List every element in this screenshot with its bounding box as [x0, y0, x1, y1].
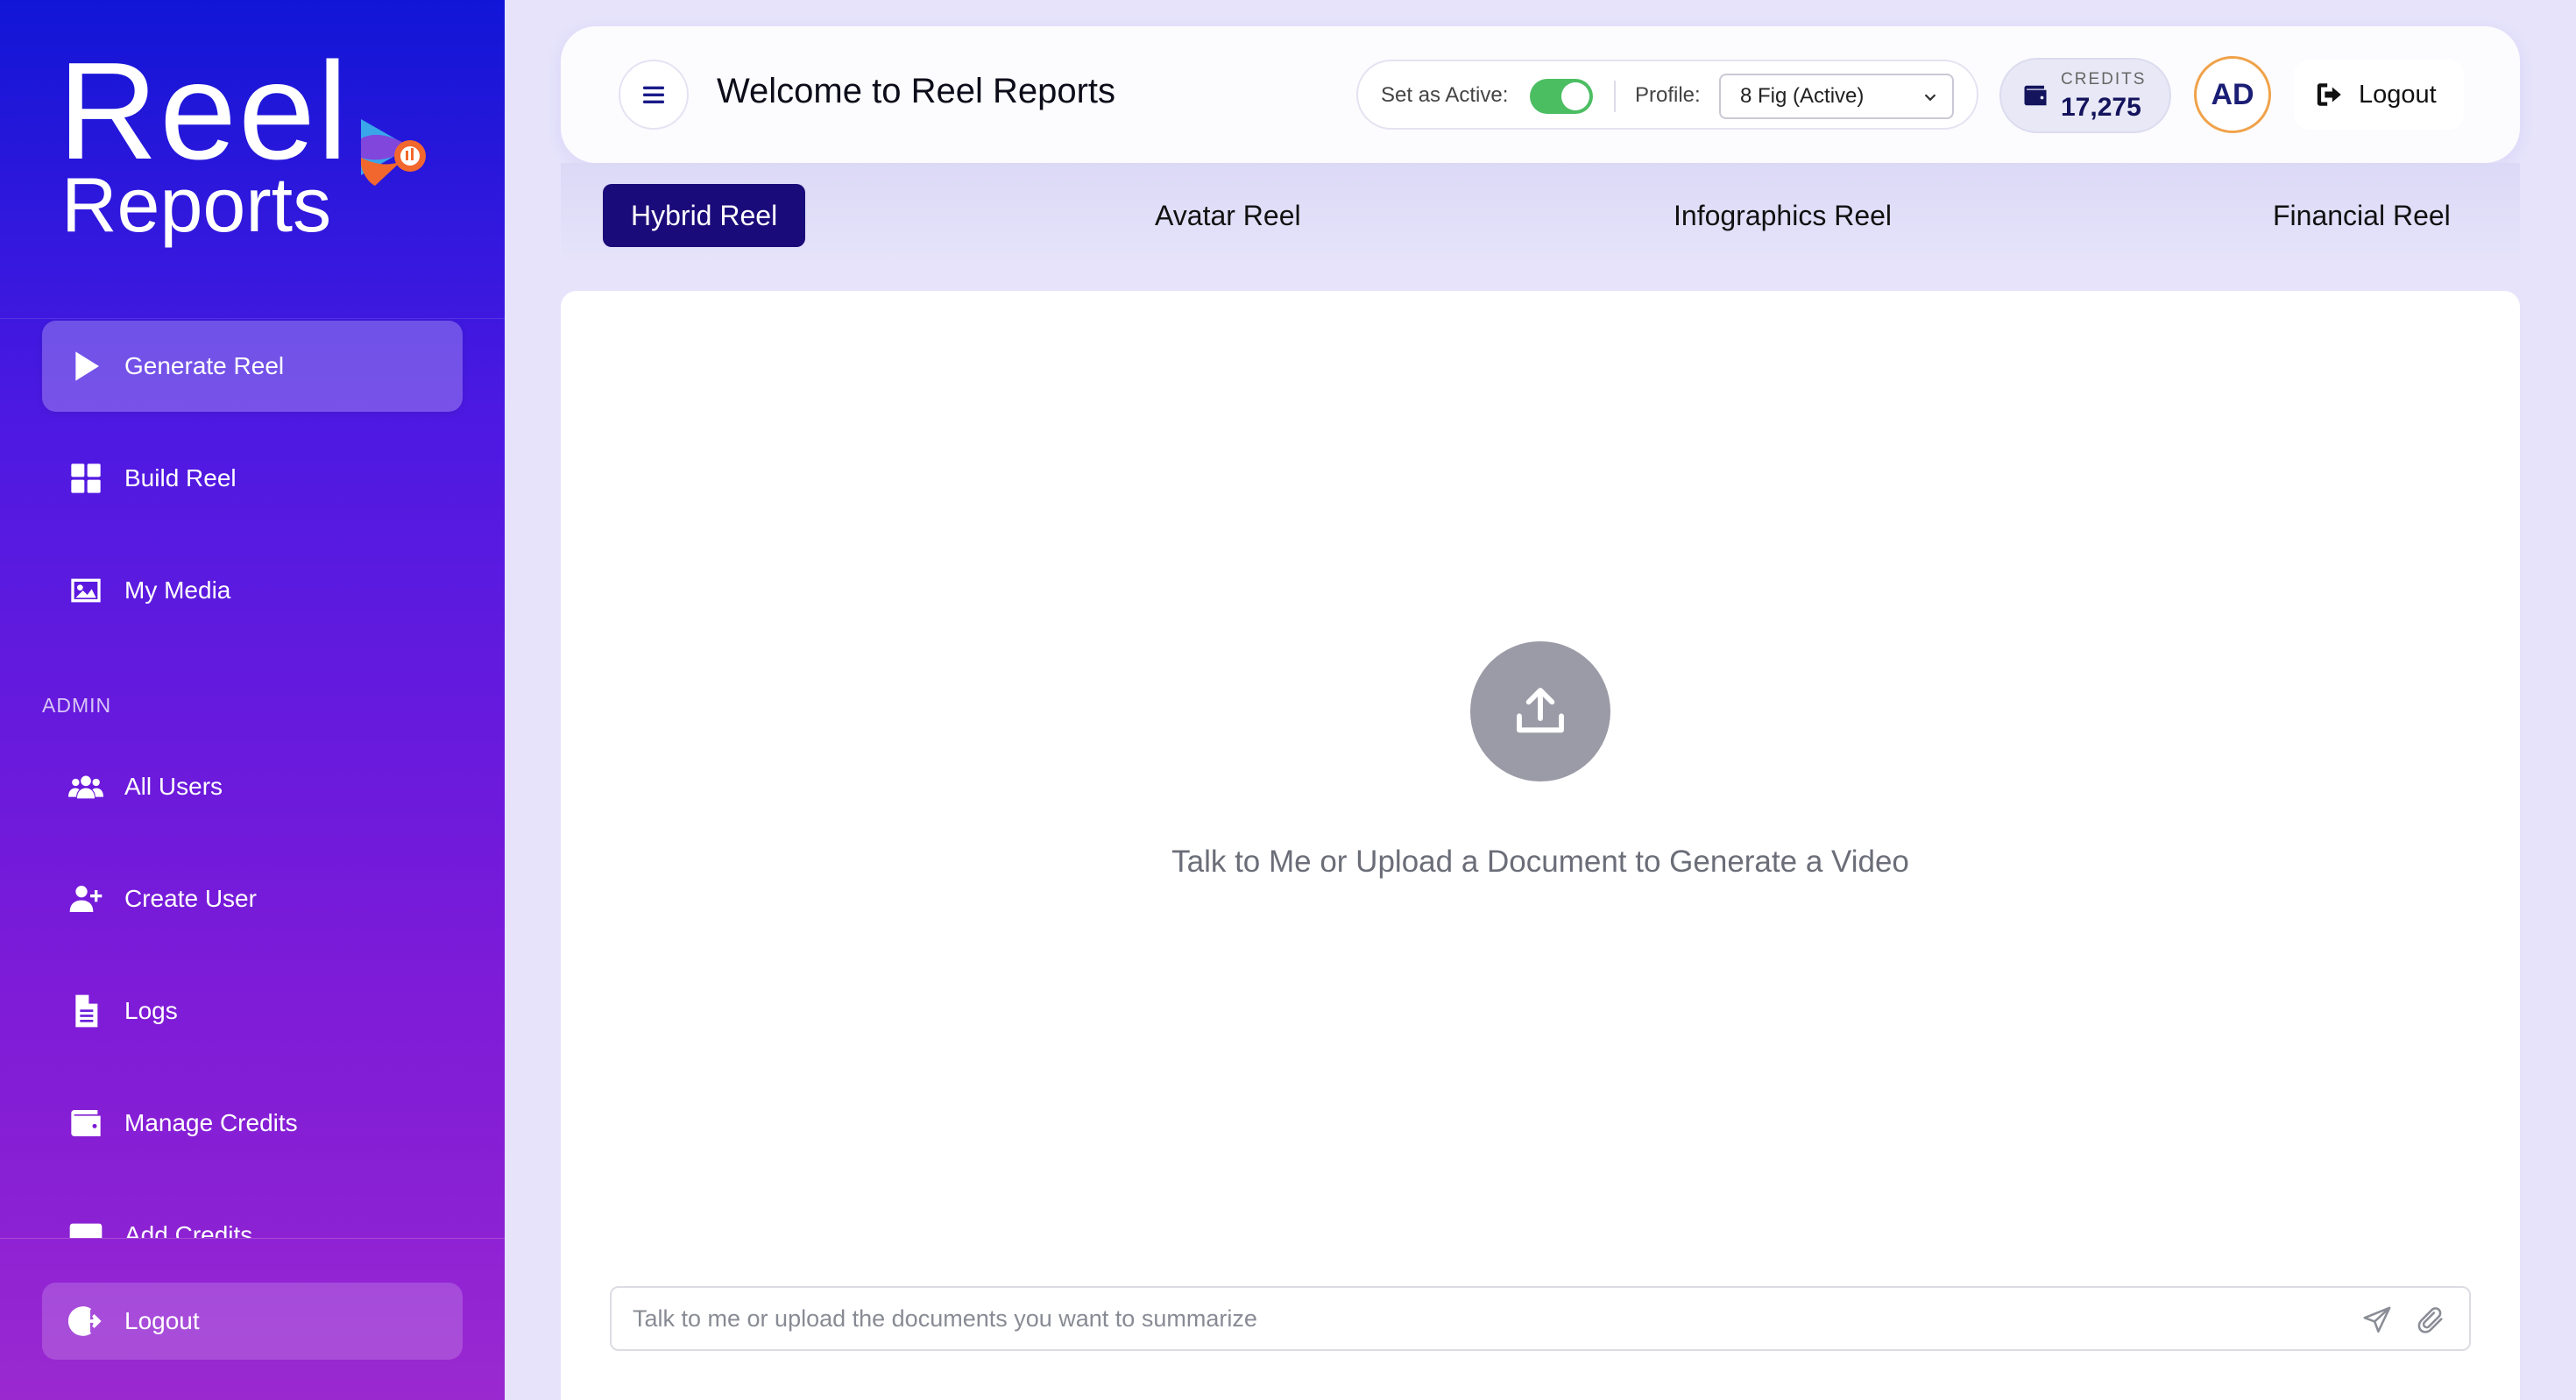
- play-icon: [67, 347, 105, 385]
- sidebar-logout-label: Logout: [124, 1307, 200, 1334]
- avatar[interactable]: AD: [2194, 56, 2271, 133]
- profile-select-value: 8 Fig (Active): [1740, 84, 1865, 108]
- credits-badge: CREDITS 17,275: [1999, 58, 2171, 133]
- sidebar-logout-button[interactable]: Logout: [42, 1283, 463, 1360]
- divider: [1614, 81, 1616, 112]
- header-logout-button[interactable]: Logout: [2294, 60, 2464, 130]
- sidebar-item-label: Logs: [124, 997, 178, 1024]
- credits-label: CREDITS: [2061, 70, 2147, 88]
- tab-avatar-reel[interactable]: Avatar Reel: [1155, 184, 1301, 247]
- wallet-icon: [67, 1104, 105, 1142]
- image-icon: [67, 571, 105, 610]
- user-plus-icon: [67, 880, 105, 918]
- tab-infographics-reel[interactable]: Infographics Reel: [1674, 184, 1892, 247]
- credits-value: 17,275: [2061, 93, 2141, 122]
- sidebar-item-all-users[interactable]: All Users: [42, 741, 463, 832]
- logo-text-reports: Reports: [61, 161, 332, 248]
- send-icon[interactable]: [2362, 1305, 2392, 1335]
- tab-financial-reel[interactable]: Financial Reel: [2273, 184, 2451, 247]
- logo-text-reel: Reel: [58, 34, 350, 188]
- chat-input-box: [610, 1286, 2471, 1351]
- logo[interactable]: Reel Reports: [0, 0, 505, 319]
- set-active-label: Set as Active:: [1381, 83, 1509, 107]
- set-active-toggle[interactable]: [1530, 79, 1593, 114]
- sidebar-item-label: Build Reel: [124, 464, 237, 491]
- sidebar-item-label: Generate Reel: [124, 352, 285, 379]
- sidebar-item-label: Manage Credits: [124, 1109, 298, 1136]
- sidebar-item-label: All Users: [124, 773, 223, 800]
- top-header: Welcome to Reel Reports Set as Active: P…: [561, 26, 2520, 163]
- chevron-down-icon: [1924, 94, 1936, 102]
- profile-label: Profile:: [1635, 83, 1701, 107]
- menu-toggle-button[interactable]: [619, 60, 689, 130]
- upload-button[interactable]: [1470, 641, 1610, 781]
- logout-icon: [2317, 83, 2341, 106]
- sidebar-footer: Logout: [0, 1238, 505, 1400]
- sidebar: Reel Reports Generate Reel Build Reel My…: [0, 0, 505, 1400]
- grid-icon: [67, 459, 105, 498]
- sidebar-item-my-media[interactable]: My Media: [42, 545, 463, 636]
- chat-input[interactable]: [633, 1297, 2280, 1340]
- tab-hybrid-reel[interactable]: Hybrid Reel: [603, 184, 806, 247]
- profile-select[interactable]: 8 Fig (Active): [1719, 74, 1954, 119]
- admin-section-label: ADMIN: [42, 694, 112, 717]
- upload-icon: [1517, 688, 1564, 733]
- toggle-knob: [1561, 82, 1589, 110]
- logo-mark-icon: [361, 119, 426, 186]
- reel-type-tabs: Hybrid Reel Avatar Reel Infographics Ree…: [561, 163, 2520, 266]
- users-icon: [67, 767, 105, 806]
- sidebar-item-manage-credits[interactable]: Manage Credits: [42, 1078, 463, 1169]
- hamburger-icon: [643, 86, 664, 103]
- sidebar-item-logs[interactable]: Logs: [42, 965, 463, 1057]
- upload-prompt: Talk to Me or Upload a Document to Gener…: [1171, 845, 1909, 879]
- page-title: Welcome to Reel Reports: [717, 72, 1115, 110]
- wallet-icon: [2024, 85, 2047, 106]
- sidebar-item-build-reel[interactable]: Build Reel: [42, 433, 463, 524]
- sidebar-item-generate-reel[interactable]: Generate Reel: [42, 321, 463, 412]
- paperclip-icon[interactable]: [2417, 1305, 2446, 1335]
- sidebar-item-create-user[interactable]: Create User: [42, 853, 463, 944]
- logout-icon: [67, 1302, 105, 1340]
- main-panel: Talk to Me or Upload a Document to Gener…: [561, 291, 2520, 1400]
- profile-controls: Set as Active: Profile: 8 Fig (Active): [1356, 60, 1978, 130]
- file-icon: [67, 992, 105, 1030]
- sidebar-item-label: My Media: [124, 576, 231, 604]
- sidebar-item-label: Create User: [124, 885, 257, 912]
- header-logout-label: Logout: [2359, 80, 2437, 109]
